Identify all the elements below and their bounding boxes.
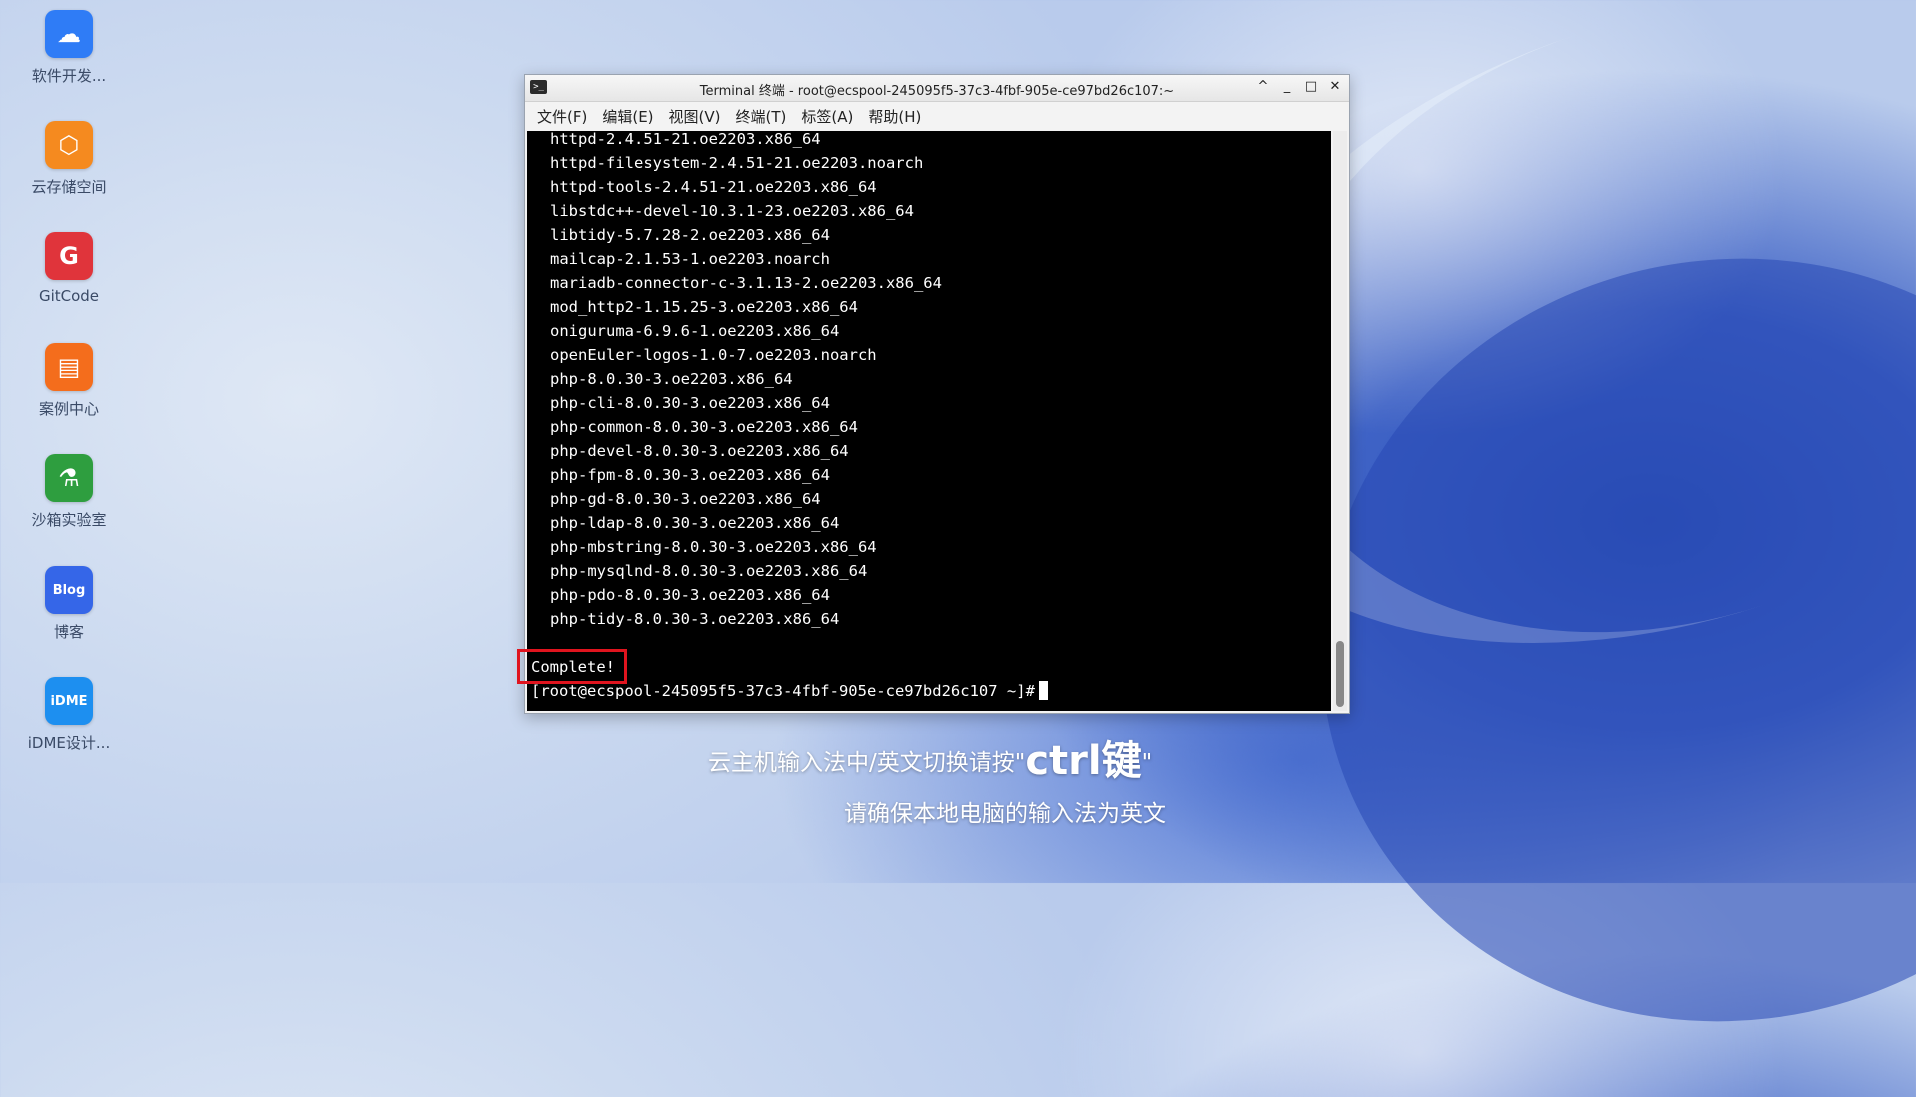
complete-highlight-box [517,649,627,684]
desktop-icon-label: 软件开发... [31,67,107,85]
menu-help[interactable]: 帮助(H) [868,106,921,127]
window-title: Terminal 终端 - root@ecspool-245095f5-37c3… [699,84,1175,99]
desktop-icon[interactable]: G GitCode [14,232,124,305]
shell-prompt[interactable]: [root@ecspool-245095f5-37c3-4fbf-905e-ce… [531,681,1048,701]
terminal-line: libstdc++-devel-10.3.1-23.oe2203.x86_64 [550,202,914,220]
desktop-icon[interactable]: iDME iDME设计... [14,677,124,753]
title-bar[interactable]: >_ Terminal 终端 - root@ecspool-245095f5-3… [525,75,1349,102]
terminal-line: httpd-filesystem-2.4.51-21.oe2203.noarch [550,154,924,172]
terminal-line: mariadb-connector-c-3.1.13-2.oe2203.x86_… [550,274,942,292]
blog-icon: Blog [45,566,93,614]
terminal-line: php-ldap-8.0.30-3.oe2203.x86_64 [550,514,840,532]
terminal-line: php-mysqlnd-8.0.30-3.oe2203.x86_64 [550,562,868,580]
desktop-icon-label: 案例中心 [38,400,99,418]
terminal-line: oniguruma-6.9.6-1.oe2203.x86_64 [550,322,840,340]
collapse-button[interactable]: ^ [1253,78,1273,96]
case-center-icon: ▤ [45,343,93,391]
terminal-line: php-mbstring-8.0.30-3.oe2203.x86_64 [550,538,877,556]
minimize-button[interactable]: _ [1277,78,1297,96]
terminal-line: php-fpm-8.0.30-3.oe2203.x86_64 [550,466,830,484]
menu-terminal[interactable]: 终端(T) [736,106,787,127]
ime-hint-key: ctrl键 [1025,738,1142,784]
ime-hint-suffix: " [1141,750,1153,776]
desktop-icon[interactable]: ⬡ 云存储空间 [14,121,124,197]
terminal-line: httpd-tools-2.4.51-21.oe2203.x86_64 [550,178,877,196]
close-button[interactable]: ✕ [1325,78,1345,96]
menu-file[interactable]: 文件(F) [537,106,587,127]
terminal-line: libtidy-5.7.28-2.oe2203.x86_64 [550,226,830,244]
terminal-window[interactable]: >_ Terminal 终端 - root@ecspool-245095f5-3… [524,74,1350,714]
desktop-icon[interactable]: ⚗ 沙箱实验室 [14,454,124,530]
desktop-icon[interactable]: Blog 博客 [14,566,124,642]
desktop-icon-label: 云存储空间 [31,178,107,196]
ime-notice: 请确保本地电脑的输入法为英文 [844,801,1166,827]
menu-edit[interactable]: 编辑(E) [602,106,653,127]
cloud-storage-icon: ⬡ [45,121,93,169]
menu-bar: 文件(F) 编辑(E) 视图(V) 终端(T) 标签(A) 帮助(H) [525,102,1349,130]
scrollbar[interactable] [1333,131,1347,711]
terminal-line: mod_http2-1.15.25-3.oe2203.x86_64 [550,298,858,316]
desktop-icon-label: iDME设计... [27,734,111,752]
terminal-line: php-gd-8.0.30-3.oe2203.x86_64 [550,490,821,508]
ime-hint-prefix: 云主机输入法中/英文切换请按" [708,750,1026,776]
menu-view[interactable]: 视图(V) [669,106,721,127]
terminal-line: php-tidy-8.0.30-3.oe2203.x86_64 [550,610,840,628]
terminal-line: httpd-2.4.51-21.oe2203.x86_64 [550,131,821,148]
cloud-dev-icon: ☁ [45,10,93,58]
desktop-icon[interactable]: ▤ 案例中心 [14,343,124,419]
idme-icon: iDME [45,677,93,725]
terminal-line: php-pdo-8.0.30-3.oe2203.x86_64 [550,586,830,604]
terminal-line: mailcap-2.1.53-1.oe2203.noarch [550,250,830,268]
desktop-icon-label: 沙箱实验室 [31,511,107,529]
desktop-icon-label: GitCode [38,287,100,305]
terminal-line: openEuler-logos-1.0-7.oe2203.noarch [550,346,877,364]
terminal-line: php-cli-8.0.30-3.oe2203.x86_64 [550,394,830,412]
desktop-icon-label: 博客 [53,623,84,641]
sandbox-lab-icon: ⚗ [45,454,93,502]
terminal-line: php-devel-8.0.30-3.oe2203.x86_64 [550,442,849,460]
terminal-output[interactable]: httpd-2.4.51-21.oe2203.x86_64 httpd-files… [527,131,1331,711]
ime-hint: 云主机输入法中/英文切换请按"ctrl键" [708,728,1152,786]
desktop-icon[interactable]: ☁ 软件开发... [14,10,124,86]
terminal-line: php-common-8.0.30-3.oe2203.x86_64 [550,418,858,436]
menu-tabs[interactable]: 标签(A) [801,106,853,127]
gitcode-icon: G [45,232,93,280]
scrollbar-thumb[interactable] [1336,641,1344,707]
terminal-line: php-8.0.30-3.oe2203.x86_64 [550,370,793,388]
text-cursor [1038,681,1048,700]
shell-prompt-text: [root@ecspool-245095f5-37c3-4fbf-905e-ce… [531,682,1035,700]
maximize-button[interactable]: □ [1301,78,1321,96]
